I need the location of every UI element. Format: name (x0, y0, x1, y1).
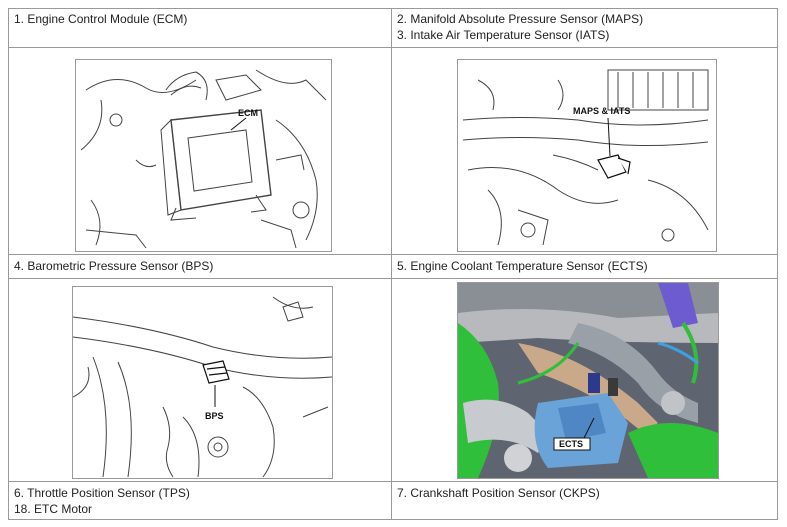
row-divider (9, 47, 777, 48)
cell-bps-label: 4. Barometric Pressure Sensor (BPS) (9, 256, 391, 276)
maps-iats-location-figure: MAPS & IATS (457, 59, 717, 252)
ecm-callout: ECM (238, 108, 258, 118)
cell-maps-label: 2. Manifold Absolute Pressure Sensor (MA… (392, 9, 777, 45)
label-line: 2. Manifold Absolute Pressure Sensor (MA… (397, 12, 644, 26)
cell-ckps-label: 7. Crankshaft Position Sensor (CKPS) (392, 483, 777, 503)
cell-ecm-label: 1. Engine Control Module (ECM) (9, 9, 391, 29)
ects-location-figure: ECTS (457, 282, 719, 479)
label-line: 6. Throttle Position Sensor (TPS) (14, 486, 190, 500)
bps-location-figure: BPS (72, 286, 333, 479)
label-line: 4. Barometric Pressure Sensor (BPS) (14, 259, 214, 273)
ects-callout: ECTS (559, 439, 583, 449)
bps-callout: BPS (205, 411, 224, 421)
cell-tps-label: 6. Throttle Position Sensor (TPS) 18. ET… (9, 483, 391, 519)
label-line: 3. Intake Air Temperature Sensor (IATS) (397, 28, 610, 42)
cell-ects-label: 5. Engine Coolant Temperature Sensor (EC… (392, 256, 777, 276)
label-line: 7. Crankshaft Position Sensor (CKPS) (397, 486, 600, 500)
label-line: 18. ETC Motor (14, 502, 93, 516)
row-divider (9, 481, 777, 482)
label-line: 1. Engine Control Module (ECM) (14, 12, 188, 26)
label-line: 5. Engine Coolant Temperature Sensor (EC… (397, 259, 648, 273)
row-divider (9, 254, 777, 255)
sensor-location-table: 1. Engine Control Module (ECM) 2. Manifo… (8, 8, 778, 520)
ecm-location-figure: ECM (75, 59, 332, 252)
maps-iats-callout: MAPS & IATS (573, 106, 630, 116)
row-divider (9, 278, 777, 279)
